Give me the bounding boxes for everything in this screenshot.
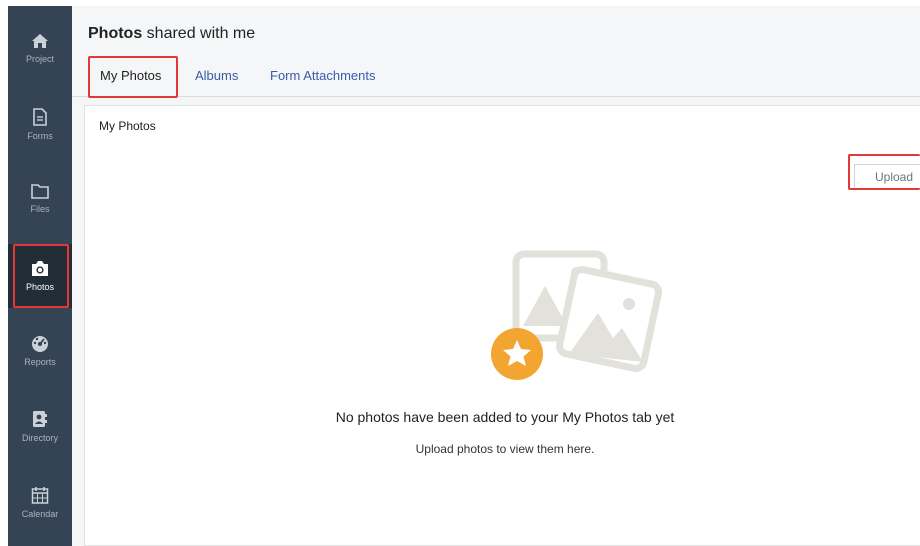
calendar-icon xyxy=(31,486,49,504)
star-badge-icon xyxy=(491,328,543,380)
photo-front-icon xyxy=(555,265,663,373)
empty-state-subtext: Upload photos to view them here. xyxy=(415,442,595,456)
page-title: Photos shared with me xyxy=(88,25,255,43)
folder-icon xyxy=(31,183,49,199)
sidebar-item-label: Forms xyxy=(27,130,53,141)
sidebar-item-photos[interactable]: Photos xyxy=(8,244,72,308)
tab-albums[interactable]: Albums xyxy=(195,68,238,83)
main-content: Photos shared with me My Photos Albums F… xyxy=(72,6,920,546)
sidebar-item-reports[interactable]: Reports xyxy=(8,320,72,380)
sidebar-item-label: Project xyxy=(25,53,54,64)
sidebar-item-calendar[interactable]: Calendar xyxy=(8,472,72,532)
sidebar-item-project[interactable]: Project xyxy=(8,18,72,78)
empty-state-heading: No photos have been added to your My Pho… xyxy=(335,409,675,425)
card-title: My Photos xyxy=(99,119,156,133)
my-photos-card: My Photos Upload No photos have been add… xyxy=(84,105,920,546)
sidebar-item-forms[interactable]: Forms xyxy=(8,94,72,154)
tab-form-attachments[interactable]: Form Attachments xyxy=(270,68,375,83)
tab-my-photos[interactable]: My Photos xyxy=(100,68,161,83)
camera-icon xyxy=(32,261,48,276)
home-icon xyxy=(32,33,48,48)
tab-divider xyxy=(72,96,920,97)
sidebar-item-label: Directory xyxy=(21,432,58,443)
sidebar-item-directory[interactable]: Directory xyxy=(8,396,72,456)
page-title-bold: Photos xyxy=(88,25,143,42)
gauge-icon xyxy=(32,335,48,352)
contact-book-icon xyxy=(33,410,47,427)
page-title-rest: shared with me xyxy=(142,25,256,42)
sidebar: Project Forms Files Photos Reports Direc… xyxy=(8,6,72,546)
sidebar-item-files[interactable]: Files xyxy=(8,168,72,228)
upload-button[interactable]: Upload xyxy=(854,164,920,190)
sidebar-item-label: Photos xyxy=(25,282,55,292)
sidebar-item-label: Calendar xyxy=(21,508,59,519)
empty-photos-illustration xyxy=(491,250,663,380)
sidebar-item-label: Reports xyxy=(24,356,56,367)
document-icon xyxy=(33,107,47,126)
sidebar-item-label: Files xyxy=(30,203,50,214)
